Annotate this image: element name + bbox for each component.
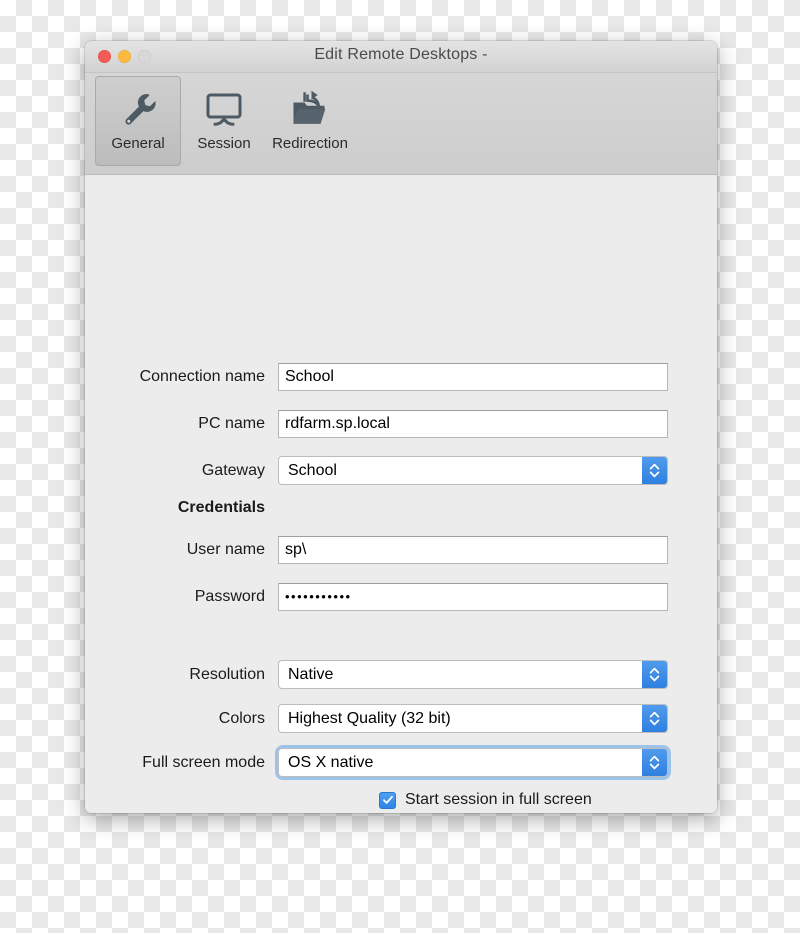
row-user-name: User name sp\ xyxy=(85,534,717,565)
pc-name-label: PC name xyxy=(85,415,278,433)
toolbar-item-redirection[interactable]: Redirection xyxy=(267,76,353,166)
colors-popup-wrap: Highest Quality (32 bit) xyxy=(278,704,668,733)
row-colors: Colors Highest Quality (32 bit) xyxy=(85,703,717,734)
gateway-popup-wrap: School xyxy=(278,456,668,485)
folder-arrow-icon xyxy=(289,86,331,132)
monitor-icon xyxy=(203,86,245,132)
general-settings-panel: Connection name School PC name rdfarm.sp… xyxy=(85,175,717,813)
password-masked-value: ••••••••••• xyxy=(285,589,352,604)
toolbar-item-general[interactable]: General xyxy=(95,76,181,166)
gateway-label: Gateway xyxy=(85,462,278,480)
credentials-heading: Credentials xyxy=(85,499,278,517)
gateway-select[interactable]: School xyxy=(278,456,668,485)
colors-label: Colors xyxy=(85,710,278,728)
colors-select[interactable]: Highest Quality (32 bit) xyxy=(278,704,668,733)
full-screen-mode-label: Full screen mode xyxy=(85,754,278,772)
edit-remote-desktops-window: Edit Remote Desktops - General Session xyxy=(85,41,717,813)
window-title: Edit Remote Desktops - xyxy=(85,46,717,64)
user-name-label: User name xyxy=(85,541,278,559)
password-input[interactable]: ••••••••••• xyxy=(278,583,668,611)
row-resolution: Resolution Native xyxy=(85,659,717,690)
window-titlebar: Edit Remote Desktops - xyxy=(85,41,717,73)
checkbox-start-session-full-screen[interactable] xyxy=(379,792,396,809)
toolbar-item-session[interactable]: Session xyxy=(181,76,267,166)
toolbar-item-session-label: Session xyxy=(197,135,250,152)
check-icon xyxy=(382,794,394,806)
resolution-popup-wrap: Native xyxy=(278,660,668,689)
chevron-updown-icon[interactable] xyxy=(642,661,667,688)
chevron-updown-icon[interactable] xyxy=(642,457,667,484)
toolbar: General Session xyxy=(85,73,717,175)
full-screen-mode-popup-wrap: OS X native xyxy=(278,748,668,777)
row-gateway: Gateway School xyxy=(85,455,717,486)
chevron-updown-icon[interactable] xyxy=(642,705,667,732)
checkbox-row-start-session-full-screen[interactable]: Start session in full screen xyxy=(379,788,592,812)
toolbar-item-general-label: General xyxy=(111,135,164,152)
checkbox-label-start-session-full-screen: Start session in full screen xyxy=(405,791,592,809)
row-full-screen-mode: Full screen mode OS X native xyxy=(85,747,717,778)
row-password: Password ••••••••••• xyxy=(85,581,717,612)
row-credentials-heading: Credentials xyxy=(85,492,717,523)
connection-name-label: Connection name xyxy=(85,368,278,386)
user-name-input[interactable]: sp\ xyxy=(278,536,668,564)
resolution-select[interactable]: Native xyxy=(278,660,668,689)
toolbar-item-redirection-label: Redirection xyxy=(272,135,348,152)
row-pc-name: PC name rdfarm.sp.local xyxy=(85,408,717,439)
full-screen-mode-select[interactable]: OS X native xyxy=(278,748,668,777)
chevron-updown-icon[interactable] xyxy=(642,749,667,776)
password-label: Password xyxy=(85,588,278,606)
wrench-icon xyxy=(117,86,159,132)
row-connection-name: Connection name School xyxy=(85,361,717,392)
connection-name-input[interactable]: School xyxy=(278,363,668,391)
pc-name-input[interactable]: rdfarm.sp.local xyxy=(278,410,668,438)
resolution-label: Resolution xyxy=(85,666,278,684)
